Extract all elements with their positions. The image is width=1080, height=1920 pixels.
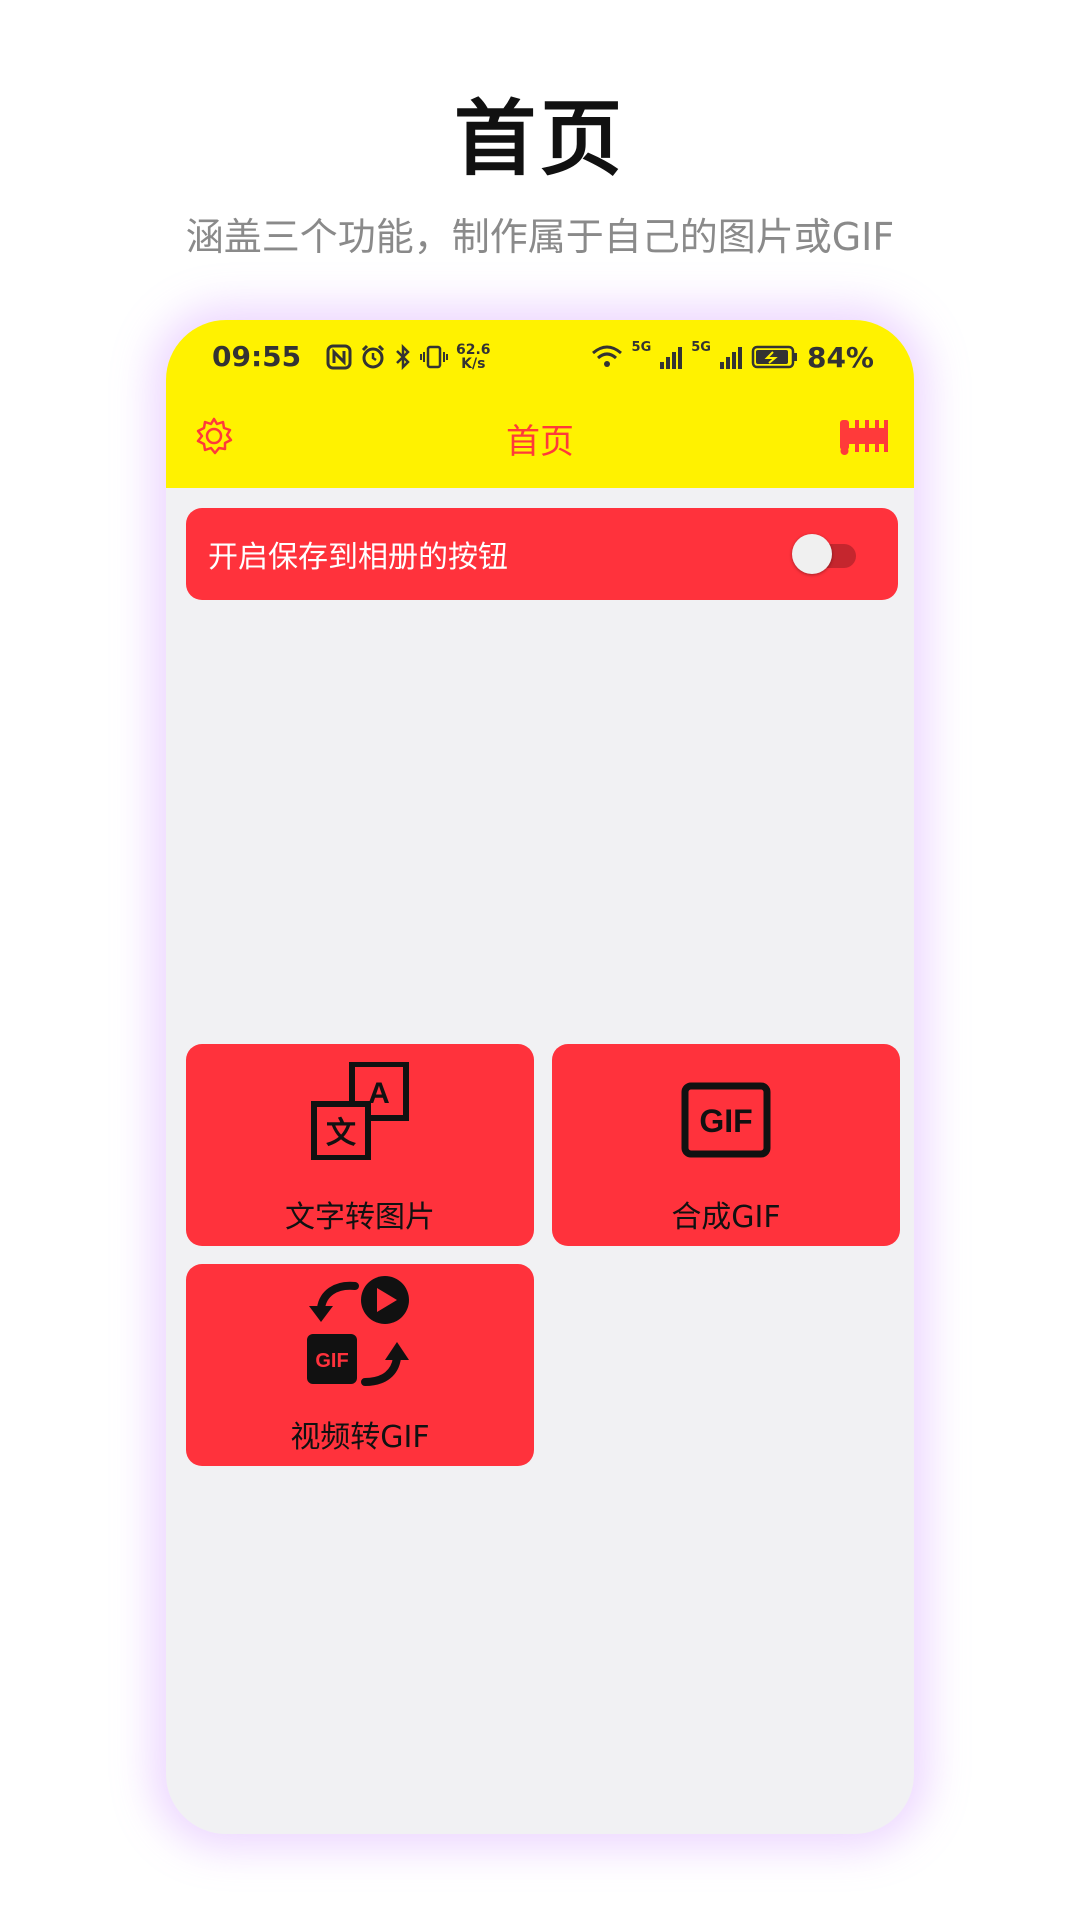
feature-label: 合成GIF [671, 1200, 781, 1235]
status-time: 09:55 [212, 340, 302, 373]
save-to-album-label: 开启保存到相册的按钮 [208, 540, 508, 575]
bluetooth-icon [396, 344, 410, 370]
svg-text:GIF: GIF [315, 1350, 348, 1372]
svg-text:文: 文 [326, 1116, 356, 1151]
network-type-1: 5G [631, 340, 652, 355]
signal-icon-2 [719, 347, 742, 369]
save-to-album-toggle[interactable] [792, 534, 856, 574]
network-speed-value: 62.6 [456, 342, 491, 358]
video-to-gif-icon: GIF [307, 1276, 409, 1386]
promo-subtitle: 涵盖三个功能，制作属于自己的图片或GIF [185, 215, 895, 259]
svg-text:A: A [368, 1077, 390, 1110]
app-topbar: 09:55 62.6 K/s 5G 5G 84% 首页 [166, 320, 914, 488]
status-icons-left: 62.6 K/s [326, 340, 491, 374]
alarm-icon [361, 344, 385, 369]
promo-title: 首页 [453, 92, 626, 187]
battery-icon [751, 345, 797, 369]
feature-label: 文字转图片 [285, 1200, 435, 1235]
svg-text:GIF: GIF [699, 1103, 752, 1139]
ruler-icon[interactable] [838, 416, 890, 456]
network-speed: 62.6 K/s [456, 343, 491, 371]
text-to-image-icon: A 文 [311, 1062, 409, 1160]
feature-label: 视频转GIF [290, 1420, 430, 1455]
phone-screen: 09:55 62.6 K/s 5G 5G 84% 首页 开启保存到相册的按钮 A… [166, 320, 914, 1834]
vibrate-icon [420, 345, 448, 369]
battery-percent: 84% [806, 340, 874, 374]
status-icons-right: 5G 5G 84% [590, 340, 874, 374]
gif-icon: GIF [681, 1082, 771, 1158]
network-type-2: 5G [691, 340, 711, 355]
save-to-album-row: 开启保存到相册的按钮 [186, 508, 898, 600]
toggle-knob [792, 534, 832, 574]
signal-icon [660, 347, 683, 369]
feature-make-gif[interactable]: GIF 合成GIF [552, 1044, 900, 1246]
nfc-icon [326, 344, 352, 370]
feature-video-to-gif[interactable]: GIF 视频转GIF [186, 1264, 534, 1466]
wifi-icon [591, 345, 622, 367]
feature-text-to-image[interactable]: A 文 文字转图片 [186, 1044, 534, 1246]
network-speed-unit: K/s [461, 356, 486, 372]
nav-title: 首页 [506, 422, 574, 462]
